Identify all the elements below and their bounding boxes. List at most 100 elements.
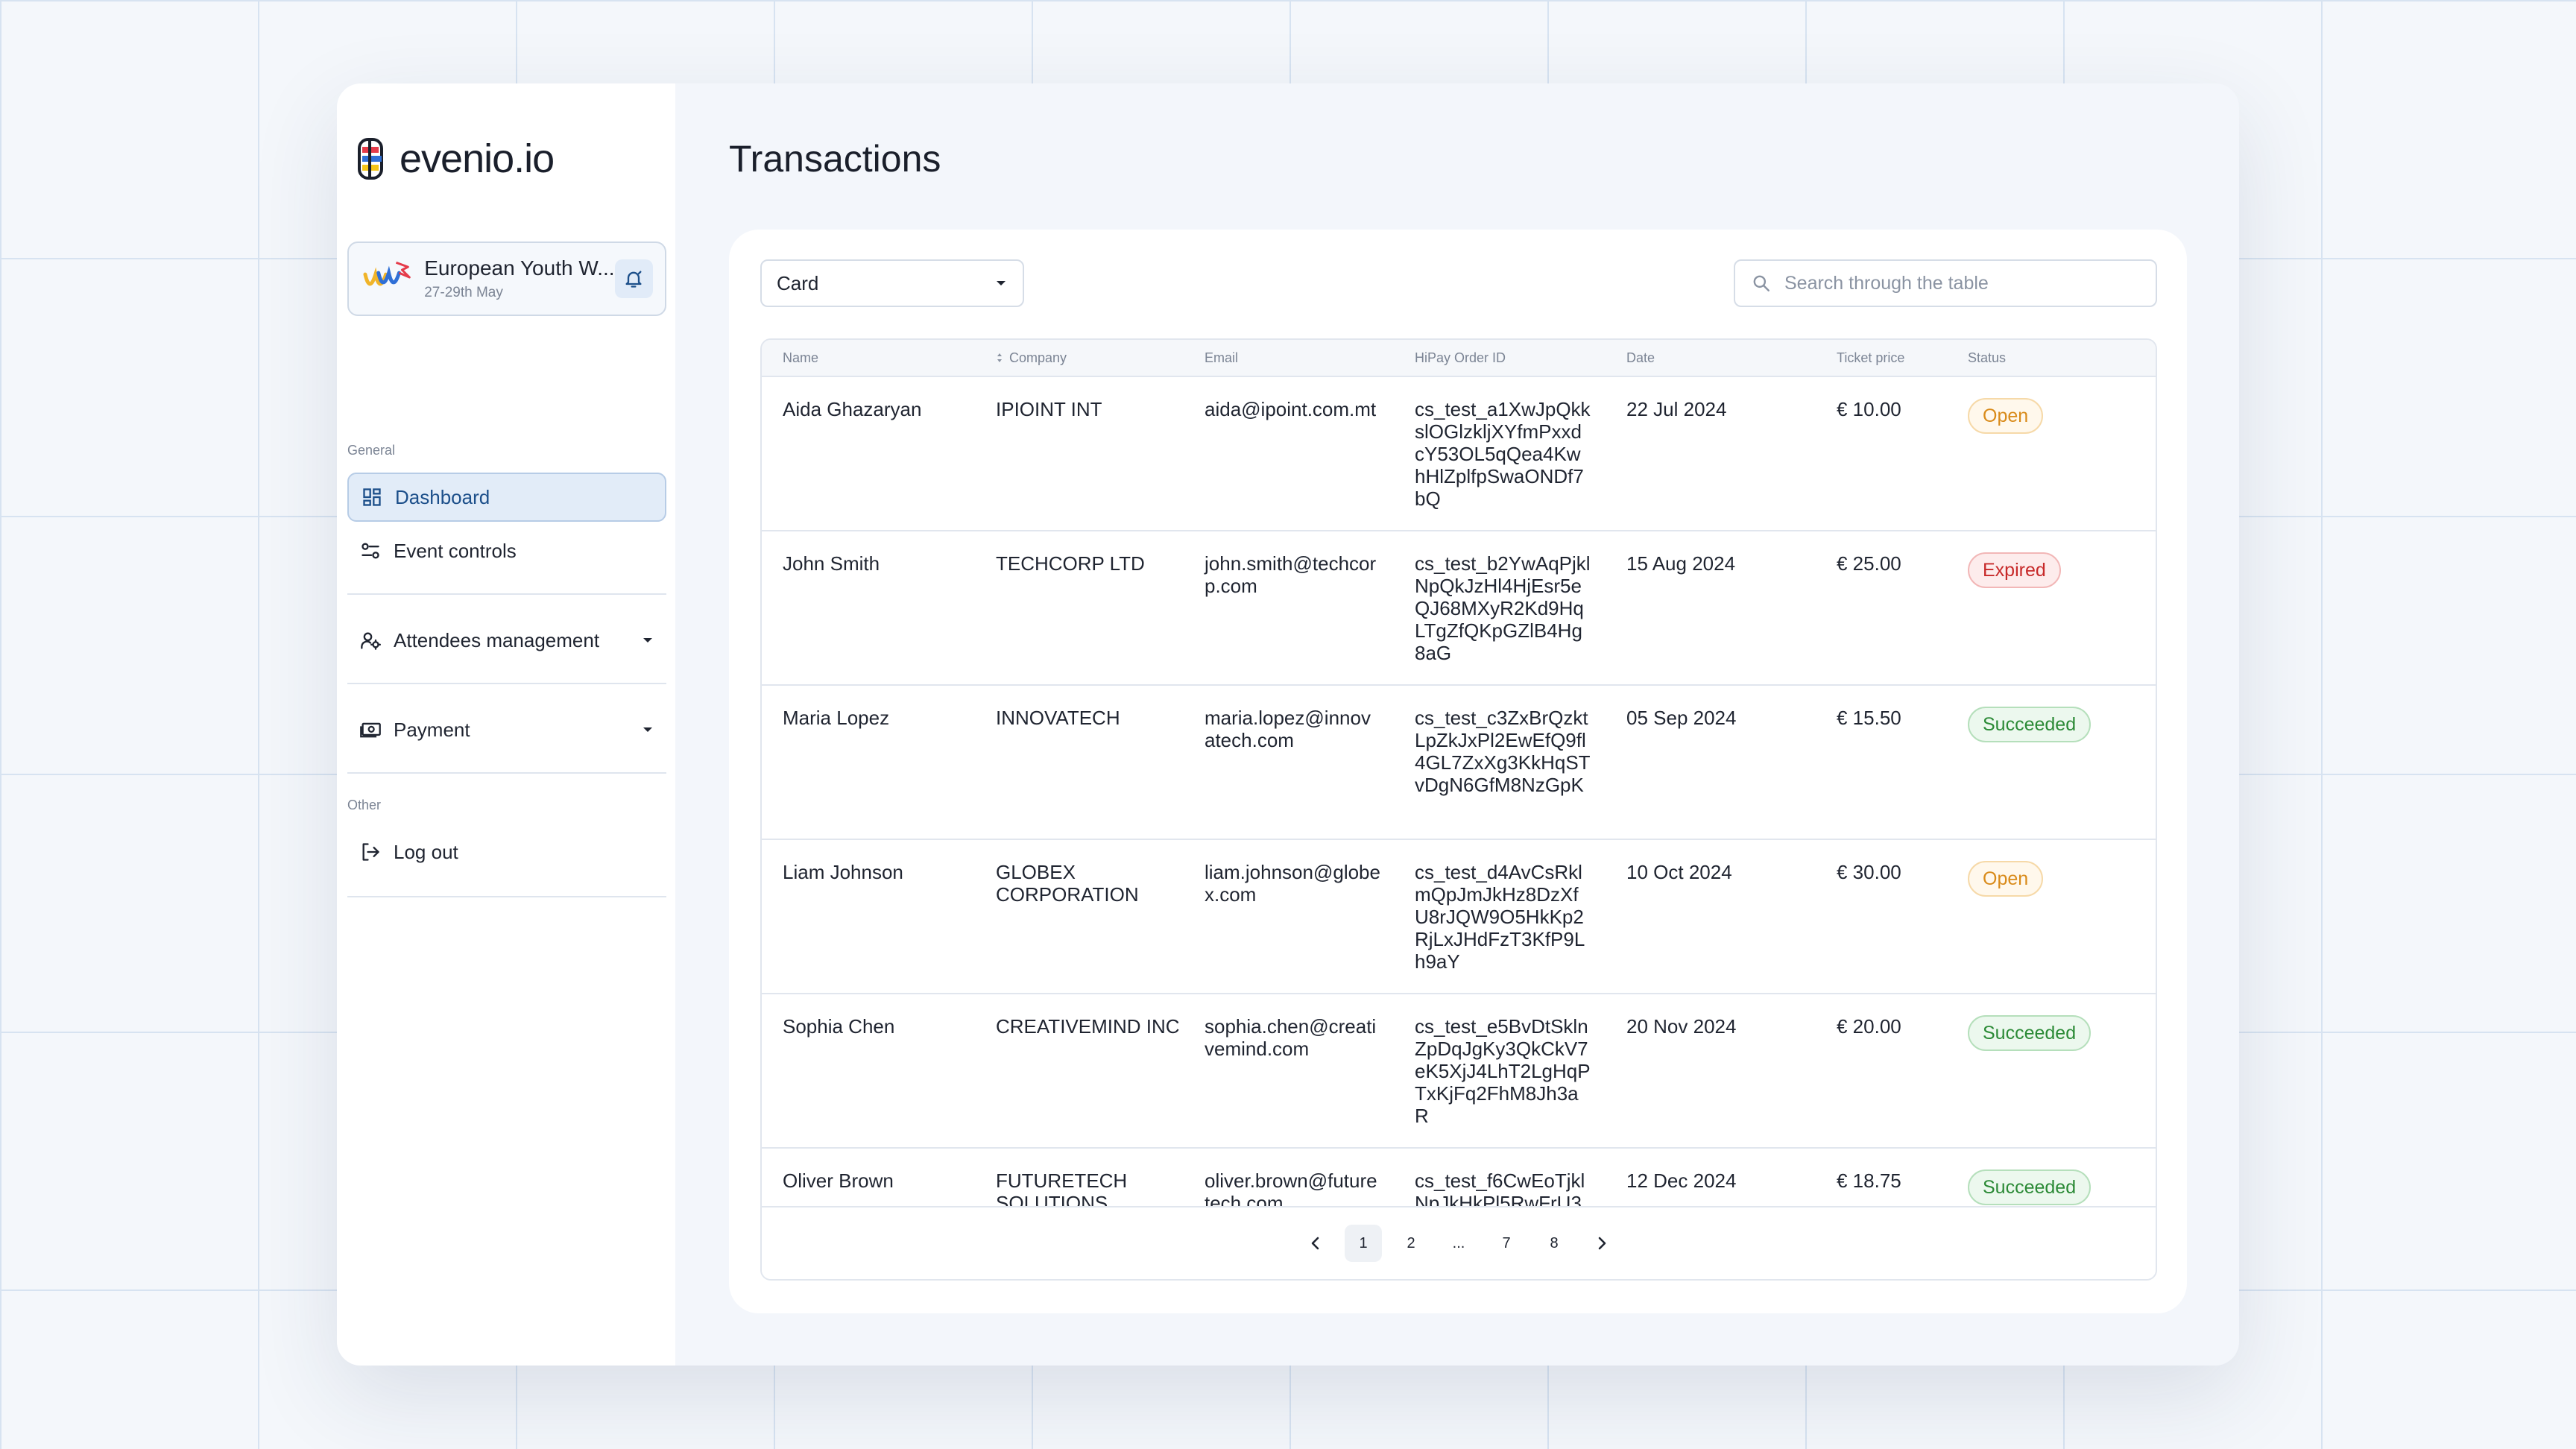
cell-company: CREATIVEMIND INC: [996, 1015, 1180, 1038]
cell-order-id: cs_test_e5BvDtSklnZpDqJgKy3QkCkV7eK5XjJ4…: [1415, 1015, 1591, 1127]
cell-name: Maria Lopez: [783, 707, 890, 729]
cell-date: 10 Oct 2024: [1626, 861, 1732, 883]
logo[interactable]: evenio.io: [356, 136, 555, 182]
cell-email: maria.lopez@innovatech.com: [1205, 707, 1371, 751]
cell-name: Aida Ghazaryan: [783, 398, 922, 420]
sidebar-item-payment[interactable]: Payment: [347, 705, 666, 754]
sidebar-item-log-out[interactable]: Log out: [347, 827, 666, 877]
bell-icon: [625, 271, 642, 288]
page-title: Transactions: [729, 138, 941, 180]
cell-email: aida@ipoint.com.mt: [1205, 398, 1377, 420]
sidebar-item-label: Log out: [394, 840, 458, 863]
table-row[interactable]: Oliver Brown FUTURETECH SOLUTIONS oliver…: [762, 1149, 2156, 1208]
column-header-email[interactable]: Email: [1205, 350, 1238, 366]
evenio-logo-icon: [358, 138, 383, 180]
users-gear-icon: [359, 629, 382, 651]
divider: [347, 772, 666, 774]
column-header-order-id[interactable]: HiPay Order ID: [1415, 350, 1506, 366]
sidebar-item-label: Dashboard: [395, 485, 490, 508]
column-header-date[interactable]: Date: [1626, 350, 1655, 366]
divider: [347, 896, 666, 897]
page-button-8[interactable]: 8: [1535, 1225, 1573, 1262]
cell-price: € 25.00: [1837, 552, 1901, 575]
event-date: 27-29th May: [424, 285, 503, 300]
page-button-1[interactable]: 1: [1345, 1225, 1382, 1262]
cell-company: GLOBEX CORPORATION: [996, 861, 1139, 906]
transactions-panel: Card Search through the table Name Compa…: [729, 230, 2187, 1313]
status-badge: Open: [1968, 398, 2044, 434]
section-label-other: Other: [347, 798, 382, 812]
table-row[interactable]: John Smith TECHCORP LTD john.smith@techc…: [762, 531, 2156, 686]
caret-down-icon: [997, 281, 1006, 285]
table-row[interactable]: Maria Lopez INNOVATECH maria.lopez@innov…: [762, 686, 2156, 840]
cell-name: Liam Johnson: [783, 861, 903, 883]
sidebar-item-event-controls[interactable]: Event controls: [347, 526, 666, 575]
pagination: 1 2 ... 7 8: [762, 1206, 2156, 1279]
sort-icon: [997, 353, 1002, 362]
cell-order-id: cs_test_d4AvCsRklmQpJmJkHz8DzXfU8rJQW9O5…: [1415, 861, 1585, 973]
status-badge: Succeeded: [1968, 1169, 2092, 1205]
dashboard-icon: [361, 486, 383, 508]
event-selector[interactable]: European Youth W... 27-29th May: [347, 242, 666, 316]
cell-order-id: cs_test_b2YwAqPjklNpQkJzHl4HjEsr5eQJ68MX…: [1415, 552, 1591, 664]
logo-text: evenio.io: [400, 136, 555, 181]
status-badge: Succeeded: [1968, 707, 2092, 742]
chevron-left-icon: [1311, 1237, 1319, 1250]
cell-order-id: cs_test_f6CwEoTjklNpJkHkPl5RwFrU3: [1415, 1169, 1585, 1208]
cell-email: liam.johnson@globex.com: [1205, 861, 1380, 906]
sidebar-item-label: Attendees management: [394, 628, 600, 651]
cell-date: 12 Dec 2024: [1626, 1169, 1737, 1192]
page-button-2[interactable]: 2: [1392, 1225, 1430, 1262]
sidebar-item-attendees-management[interactable]: Attendees management: [347, 616, 666, 665]
table-row[interactable]: Liam Johnson GLOBEX CORPORATION liam.joh…: [762, 840, 2156, 994]
cell-name: Sophia Chen: [783, 1015, 895, 1038]
page-ellipsis: ...: [1452, 1234, 1465, 1251]
cell-price: € 10.00: [1837, 398, 1901, 420]
event-logo-icon: [363, 261, 411, 286]
event-info: European Youth W... 27-29th May: [424, 256, 614, 301]
cell-price: € 18.75: [1837, 1169, 1901, 1192]
column-header-name[interactable]: Name: [783, 350, 818, 366]
cell-date: 05 Sep 2024: [1626, 707, 1737, 729]
sidebar-item-label: Event controls: [394, 539, 517, 562]
select-value: Card: [777, 271, 819, 294]
cell-email: oliver.brown@futuretech.com: [1205, 1169, 1377, 1208]
main-content: Transactions Card Search through the tab…: [675, 83, 2239, 1366]
table-body: Aida Ghazaryan IPIOINT INT aida@ipoint.c…: [762, 377, 2156, 1208]
table-row[interactable]: Aida Ghazaryan IPIOINT INT aida@ipoint.c…: [762, 377, 2156, 531]
caret-down-icon: [643, 638, 652, 643]
cell-price: € 15.50: [1837, 707, 1901, 729]
column-header-status[interactable]: Status: [1968, 350, 2006, 366]
cell-date: 20 Nov 2024: [1626, 1015, 1737, 1038]
cell-name: Oliver Brown: [783, 1169, 894, 1192]
sidebar-item-dashboard[interactable]: Dashboard: [347, 473, 666, 522]
divider: [347, 683, 666, 684]
cell-name: John Smith: [783, 552, 880, 575]
sliders-icon: [359, 540, 382, 562]
cell-price: € 30.00: [1837, 861, 1901, 883]
column-header-ticket-price[interactable]: Ticket price: [1837, 350, 1904, 366]
chevron-right-icon: [1598, 1237, 1606, 1250]
search-icon: [1753, 275, 1770, 291]
notification-button[interactable]: [614, 259, 653, 298]
payment-method-select[interactable]: Card: [760, 259, 1024, 307]
table-row[interactable]: Sophia Chen CREATIVEMIND INC sophia.chen…: [762, 994, 2156, 1149]
sidebar: evenio.io European Youth W... 27-29th Ma…: [337, 83, 675, 1366]
status-badge: Succeeded: [1968, 1015, 2092, 1051]
transactions-table: Name Company Email HiPay Order ID Date T…: [760, 338, 2157, 1281]
page-button-7[interactable]: 7: [1488, 1225, 1525, 1262]
search-placeholder: Search through the table: [1784, 272, 1989, 294]
search-input[interactable]: Search through the table: [1734, 259, 2157, 307]
next-page-button[interactable]: [1583, 1225, 1620, 1262]
caret-down-icon: [643, 727, 652, 732]
cell-email: sophia.chen@creativemind.com: [1205, 1015, 1377, 1060]
event-name: European Youth W...: [424, 256, 615, 280]
prev-page-button[interactable]: [1297, 1225, 1334, 1262]
section-label-general: General: [347, 443, 396, 458]
app-window: evenio.io European Youth W... 27-29th Ma…: [337, 83, 2239, 1366]
divider: [347, 593, 666, 595]
cell-order-id: cs_test_a1XwJpQkkslOGlzkljXYfmPxxdcY53OL…: [1415, 398, 1591, 510]
column-header-company[interactable]: Company: [996, 350, 1067, 366]
status-badge: Expired: [1968, 552, 2061, 588]
cell-company: INNOVATECH: [996, 707, 1120, 729]
